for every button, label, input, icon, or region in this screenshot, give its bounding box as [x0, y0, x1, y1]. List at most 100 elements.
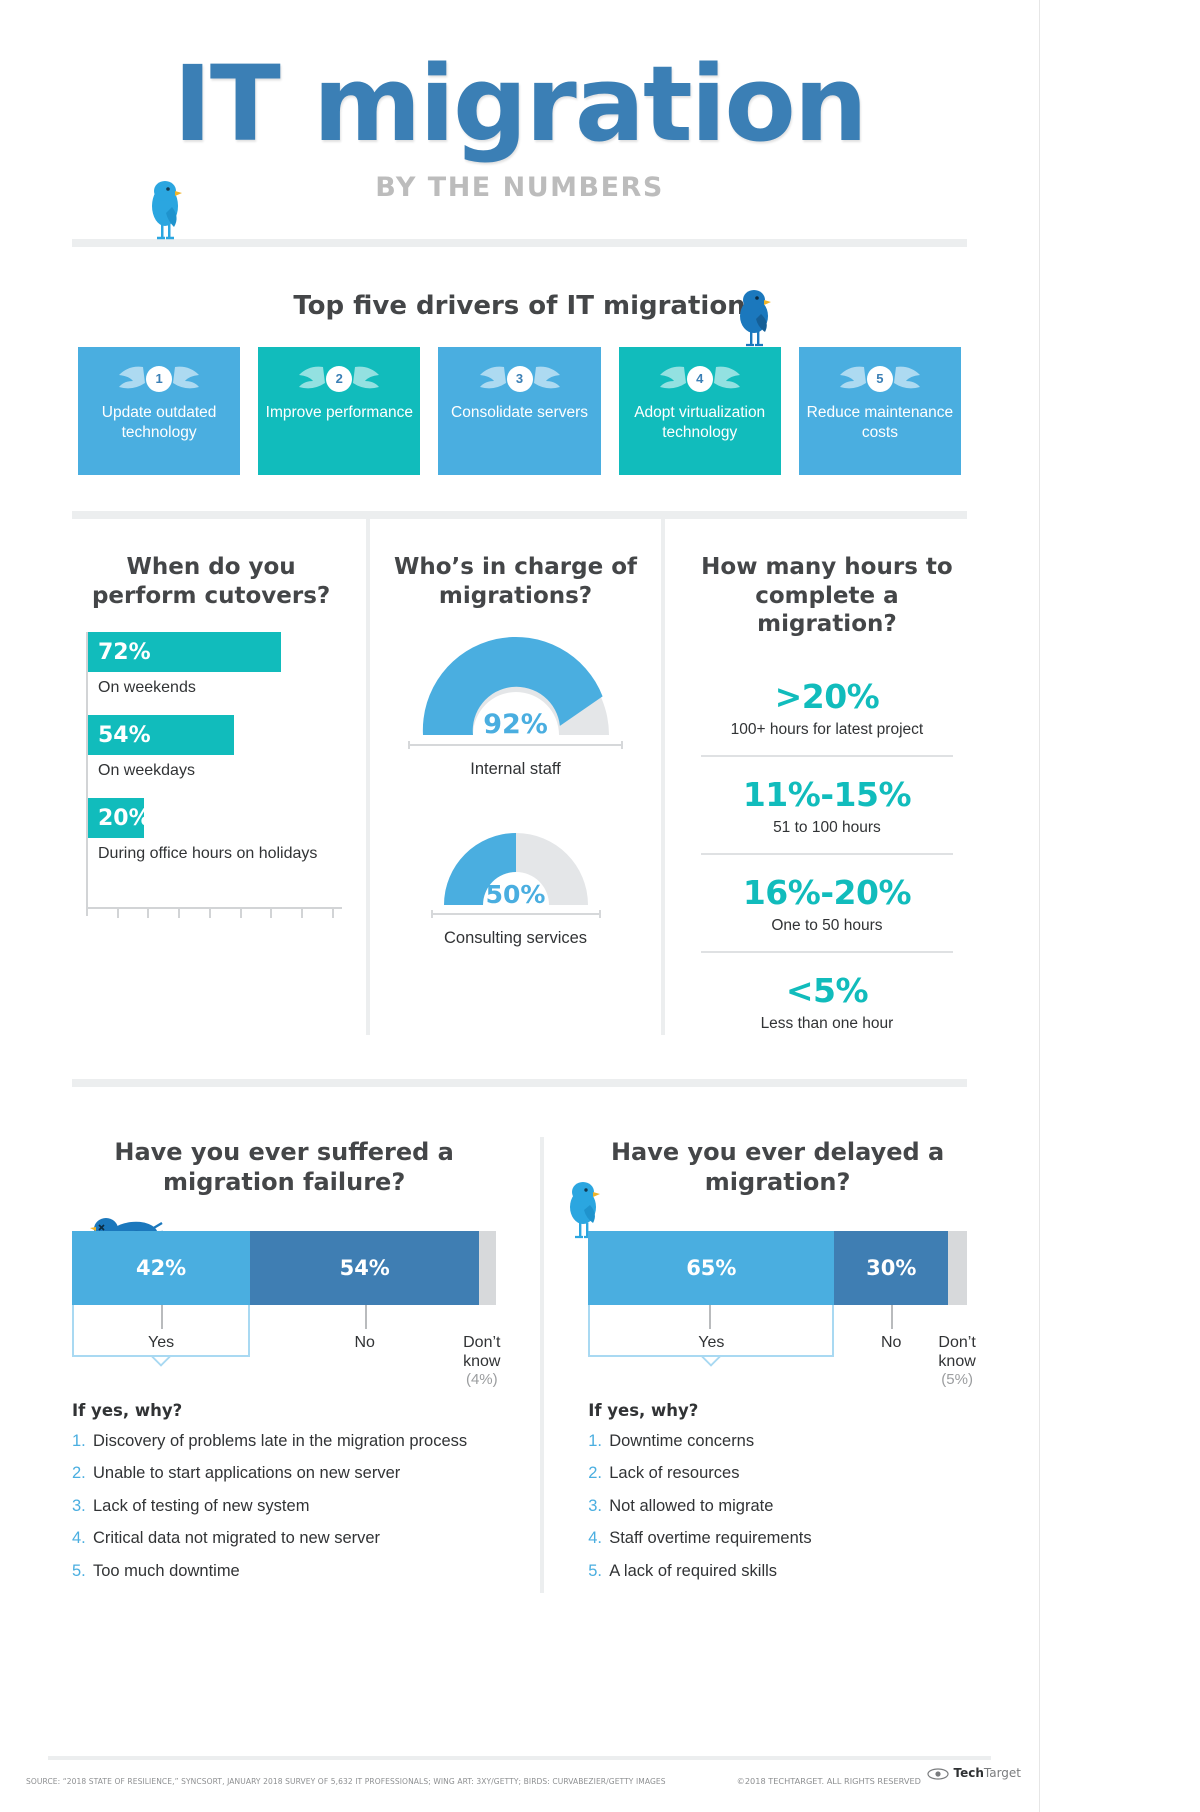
drivers-card-list: 1 Update outdated technology 2 Improve p… [78, 347, 962, 475]
dont-know-pct: (5%) [941, 1371, 973, 1389]
hours-item: >20% 100+ hours for latest project [687, 673, 967, 741]
cutovers-panel: When do you perform cutovers? 72% On wee… [72, 519, 366, 1035]
hours-caption: 100+ hours for latest project [730, 720, 924, 738]
y-axis [86, 632, 88, 917]
list-number: 2. [72, 1464, 86, 1483]
brand-target: Target [983, 1766, 1021, 1780]
hours-item: 11%-15% 51 to 100 hours [687, 771, 967, 839]
driver-card-5[interactable]: 5 Reduce maintenance costs [798, 347, 962, 475]
segment-label-dont-know: Don’t know (4%) [454, 1333, 510, 1389]
bar-weekdays: 54% [86, 715, 234, 756]
driver-card-2[interactable]: 2 Improve performance [258, 347, 421, 475]
hours-item: <5% Less than one hour [687, 967, 967, 1035]
list-item: 5. Too much downtime [72, 1561, 496, 1582]
wings-badge: 1 [113, 359, 205, 399]
dont-know-pct: (4%) [465, 1371, 498, 1389]
hours-separator [700, 754, 953, 757]
list-number: 1. [72, 1432, 86, 1451]
gauge-arc: 92% [413, 632, 619, 741]
delay-title: Have you ever delayed a migration? [610, 1137, 945, 1196]
delay-why-heading: If yes, why? [588, 1401, 699, 1421]
segment-label-no: No [354, 1334, 375, 1352]
list-text: Critical data not migrated to new server [93, 1529, 381, 1548]
bar-label: On weekdays [98, 762, 195, 780]
segment-value: 42% [135, 1256, 187, 1281]
failure-axis: Yes No Don’t know (4%) [72, 1305, 500, 1397]
segment-dont-know [479, 1231, 497, 1306]
header: IT migration BY THE NUMBERS [0, 0, 1039, 247]
list-text: Staff overtime requirements [609, 1529, 812, 1548]
wings-badge: 3 [474, 359, 566, 399]
segment-yes: 42% [72, 1231, 251, 1306]
dont-know-text: Don’t know [938, 1334, 976, 1371]
list-number: 4. [588, 1529, 602, 1548]
hours-caption: 51 to 100 hours [773, 818, 881, 836]
wings-badge: 2 [293, 359, 385, 399]
infographic-page: IT migration BY THE NUMBERS Top five dri… [0, 0, 1200, 1812]
list-text: Lack of resources [609, 1464, 740, 1483]
bar-row: 20% During office hours on holidays [86, 798, 350, 863]
list-text: Downtime concerns [609, 1432, 755, 1451]
gauge-value: 92% [483, 709, 548, 741]
list-item: 4. Staff overtime requirements [588, 1528, 967, 1549]
list-text: Lack of testing of new system [93, 1496, 310, 1515]
hours-panel: How many hours to complete a migration? … [660, 519, 967, 1035]
gauge-value: 50% [485, 880, 546, 910]
list-number: 3. [72, 1496, 86, 1515]
header-divider [72, 239, 967, 247]
bar-value: 20% [98, 805, 151, 831]
driver-rank: 3 [506, 366, 533, 392]
failure-title: Have you ever suffered a migration failu… [114, 1137, 454, 1196]
drivers-divider [72, 511, 967, 519]
list-number: 2. [588, 1464, 602, 1483]
list-item: 1. Discovery of problems late in the migr… [72, 1431, 496, 1452]
list-number: 1. [588, 1432, 602, 1451]
hours-percent: 16%-20% [742, 872, 912, 912]
driver-label: Adopt virtualization technology [634, 404, 766, 442]
hours-item: 16%-20% One to 50 hours [687, 869, 967, 937]
tick-stem [161, 1305, 164, 1330]
list-number: 3. [588, 1496, 602, 1515]
driver-rank: 1 [146, 366, 173, 392]
footer-source: SOURCE: “2018 STATE OF RESILIENCE,” SYNC… [26, 1776, 666, 1786]
list-item: 3. Not allowed to migrate [588, 1496, 967, 1517]
driver-rank: 5 [866, 366, 893, 392]
bar-weekends: 72% [86, 632, 282, 673]
hours-percent: >20% [774, 676, 880, 716]
segment-value: 30% [866, 1256, 917, 1281]
gauge-consulting-services: 50% Consulting services [388, 825, 643, 948]
drivers-section: Top five drivers of IT migration 1 Updat… [0, 290, 1039, 519]
driver-card-3[interactable]: 3 Consolidate servers [438, 347, 601, 475]
delay-reason-list: 1. Downtime concerns 2. Lack of resources … [588, 1431, 967, 1582]
wings-badge: 4 [654, 359, 746, 399]
wings-badge: 5 [834, 359, 926, 399]
dont-know-text: Don’t know [463, 1334, 501, 1371]
hours-caption: One to 50 hours [771, 916, 883, 934]
gauge-baseline [430, 910, 601, 919]
page-subtitle: BY THE NUMBERS [375, 172, 664, 203]
tick-stem [709, 1305, 712, 1330]
gauge-label: Consulting services [443, 929, 588, 948]
bar-row: 54% On weekdays [86, 715, 350, 780]
hours-caption: Less than one hour [760, 1014, 894, 1032]
mid-divider [72, 1078, 967, 1087]
driver-label: Reduce maintenance costs [806, 404, 954, 442]
hours-percent: <5% [785, 970, 869, 1010]
delay-axis: Yes No Don’t know (5%) [588, 1305, 976, 1397]
gauge-arc: 50% [436, 825, 596, 910]
gauge-label: Internal staff [470, 760, 561, 779]
list-item: 2. Lack of resources [588, 1463, 967, 1484]
drivers-title: Top five drivers of IT migration [293, 291, 746, 321]
cutovers-bar-chart: 72% On weekends 54% On weekdays 20% Duri… [72, 632, 350, 952]
tick-stem [364, 1305, 367, 1330]
driver-card-4[interactable]: 4 Adopt virtualization technology [618, 347, 781, 475]
list-text: Too much downtime [93, 1561, 240, 1580]
gauge-baseline [408, 741, 624, 750]
bottom-pair: Have you ever suffered a migration failu… [72, 1136, 976, 1594]
cutovers-title: When do you perform cutovers? [91, 554, 331, 609]
x-axis [86, 907, 343, 919]
footer: SOURCE: “2018 STATE OF RESILIENCE,” SYNC… [0, 1748, 1039, 1812]
driver-card-1[interactable]: 1 Update outdated technology [78, 347, 241, 475]
brand-tech: Tech [953, 1766, 984, 1780]
hours-percent: 11%-15% [742, 774, 912, 814]
